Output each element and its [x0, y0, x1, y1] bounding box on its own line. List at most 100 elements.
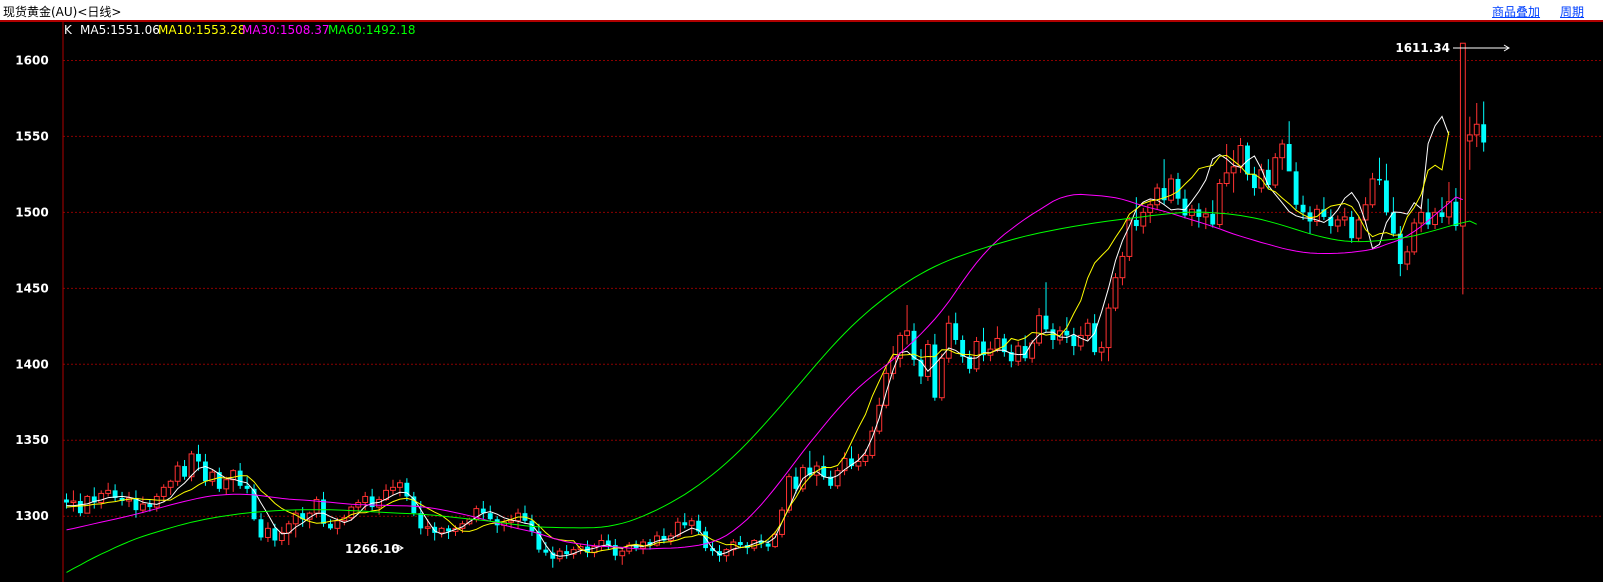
candle: [1126, 216, 1133, 261]
candle: [1188, 204, 1195, 227]
candle: [522, 505, 528, 524]
candle-body: [1466, 134, 1473, 142]
candle-body: [487, 513, 493, 520]
candle: [112, 484, 118, 502]
candle: [70, 490, 77, 512]
candle: [251, 484, 257, 521]
candle-body: [1043, 315, 1049, 330]
candle-body: [682, 522, 688, 526]
candle-body: [508, 520, 515, 523]
candle: [876, 397, 883, 435]
period-link[interactable]: 周期: [1560, 3, 1584, 20]
candle-body: [1140, 211, 1147, 227]
candle-body: [1036, 315, 1043, 344]
candle: [1029, 339, 1036, 363]
ma60-line: [66, 211, 1477, 573]
candle: [834, 467, 841, 489]
candle: [209, 469, 216, 486]
candle: [1168, 174, 1174, 204]
candle: [1182, 189, 1188, 219]
candle-body: [932, 344, 938, 398]
y-tick-label: 1550: [15, 129, 48, 143]
candle: [1098, 341, 1105, 362]
candle-body: [1210, 213, 1216, 225]
moving-average-lines: [66, 115, 1477, 573]
candle: [1043, 282, 1049, 333]
candle: [688, 517, 695, 535]
candle: [306, 511, 313, 529]
candle: [265, 522, 271, 543]
candle-body: [196, 453, 201, 462]
candle: [1349, 210, 1355, 243]
candle: [174, 461, 181, 486]
candle-body: [1286, 144, 1292, 172]
candle: [91, 487, 97, 509]
candle: [1050, 323, 1056, 350]
candle: [1251, 166, 1257, 196]
candle: [945, 315, 952, 363]
candle: [1001, 333, 1007, 357]
candle-body: [862, 454, 869, 463]
candle-body: [321, 499, 326, 524]
candle-body: [688, 520, 695, 526]
candle: [953, 312, 959, 345]
candle: [612, 538, 618, 561]
candle: [1432, 207, 1438, 230]
grid-lines: [63, 59, 1603, 517]
candle: [1119, 251, 1126, 286]
candle: [1071, 327, 1077, 356]
candle: [1390, 197, 1396, 237]
candle: [904, 305, 911, 345]
candle-body: [70, 500, 77, 504]
ma5-line: [66, 115, 1450, 557]
candle-body: [244, 485, 250, 489]
candle-body: [1112, 277, 1119, 309]
chart-window: 现货黄金(AU)<日线> 商品叠加 周期 1300 1350 1400 1450 150…: [0, 0, 1603, 582]
candle-body: [994, 337, 1001, 350]
candle-body: [619, 550, 626, 557]
candle-body: [1369, 178, 1376, 206]
candle-body: [160, 486, 167, 497]
candle-body: [77, 501, 83, 514]
candle-body: [765, 543, 771, 547]
candle-body: [953, 323, 959, 340]
candle-body: [883, 372, 890, 406]
candle: [855, 453, 862, 471]
candle-body: [1196, 209, 1202, 217]
candle: [404, 478, 410, 502]
candle: [605, 534, 611, 550]
candle-body: [1272, 157, 1279, 186]
candle-body: [1251, 174, 1257, 189]
candle-body: [1223, 172, 1230, 185]
candle: [216, 467, 222, 492]
ma30-line: [66, 193, 1463, 550]
candle: [1223, 144, 1230, 187]
candle-body: [556, 550, 563, 560]
y-axis: 1300 1350 1400 1450 1500 1550 1600: [15, 53, 48, 523]
candle-body: [1411, 222, 1418, 253]
candle-body: [1175, 178, 1181, 199]
low-value-label: 1266.10: [345, 542, 400, 556]
candle: [723, 548, 730, 562]
candle-body: [793, 476, 799, 489]
candlestick-chart[interactable]: 1300 1350 1400 1450 1500 1550 1600 K MA5:1551.…: [0, 22, 1603, 582]
candle-body: [1064, 330, 1070, 336]
candle-body: [869, 430, 876, 456]
candle: [196, 444, 201, 471]
candle: [1216, 178, 1223, 228]
candle-body: [1133, 219, 1139, 227]
candle: [119, 491, 125, 506]
candle-body: [543, 549, 549, 553]
candle: [987, 341, 994, 362]
candle: [1328, 209, 1334, 234]
candle-body: [605, 540, 611, 546]
overlay-commodity-link[interactable]: 商品叠加: [1492, 3, 1540, 20]
candle-body: [390, 486, 396, 491]
candle-body: [334, 520, 341, 529]
candle: [1022, 335, 1028, 362]
candle: [1300, 195, 1306, 220]
candle-body: [182, 466, 188, 477]
candle-body: [328, 523, 333, 529]
candle: [411, 491, 417, 517]
candle: [182, 459, 188, 480]
